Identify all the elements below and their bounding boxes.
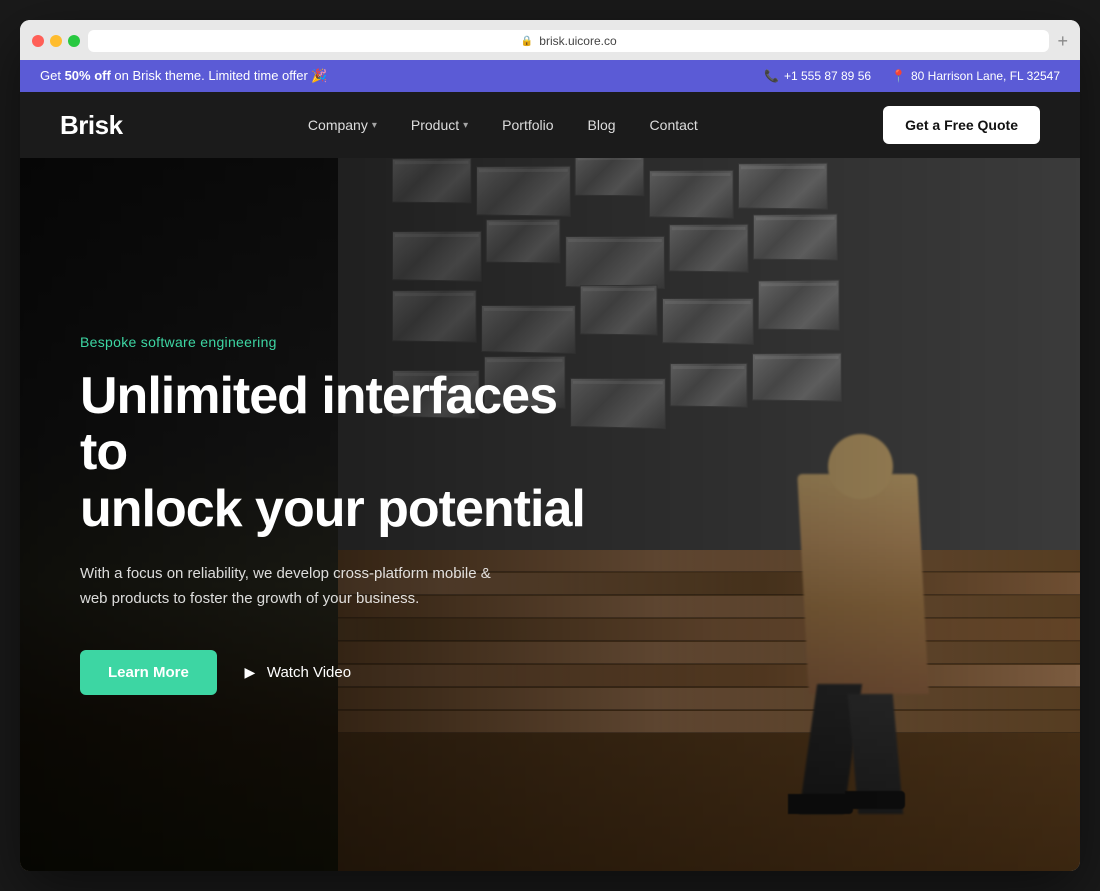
address-bar[interactable]: 🔒 brisk.uicore.co [88, 30, 1049, 52]
navbar: Brisk Company ▾ Product ▾ Portfolio Blog… [20, 92, 1080, 158]
nav-contact-label: Contact [650, 117, 698, 133]
location-icon: 📍 [891, 69, 906, 83]
announcement-bar: Get 50% off on Brisk theme. Limited time… [20, 60, 1080, 92]
promo-rest: on Brisk theme. Limited time offer 🎉 [111, 68, 328, 83]
website: Get 50% off on Brisk theme. Limited time… [20, 60, 1080, 871]
logo[interactable]: Brisk [60, 110, 123, 141]
phone-number: +1 555 87 89 56 [784, 69, 871, 83]
url-text: brisk.uicore.co [539, 34, 616, 48]
hero-eyebrow: Bespoke software engineering [80, 334, 596, 350]
watch-video-button[interactable]: ▶ Watch Video [241, 663, 351, 681]
phone-contact: 📞 +1 555 87 89 56 [764, 69, 871, 83]
nav-portfolio-label: Portfolio [502, 117, 553, 133]
hero-title-line2: unlock your potential [80, 480, 585, 538]
promo-text: Get 50% off on Brisk theme. Limited time… [40, 68, 328, 84]
traffic-lights [32, 35, 80, 47]
hero-actions: Learn More ▶ Watch Video [80, 650, 596, 695]
hero-subtitle: With a focus on reliability, we develop … [80, 561, 510, 612]
hero-title: Unlimited interfaces to unlock your pote… [80, 368, 596, 536]
address-contact: 📍 80 Harrison Lane, FL 32547 [891, 69, 1060, 83]
nav-cta-button[interactable]: Get a Free Quote [883, 106, 1040, 144]
promo-bold: 50% off [65, 68, 111, 83]
minimize-button[interactable] [50, 35, 62, 47]
hero-title-line1: Unlimited interfaces to [80, 367, 557, 481]
nav-product[interactable]: Product ▾ [397, 109, 482, 141]
nav-portfolio[interactable]: Portfolio [488, 109, 567, 141]
close-button[interactable] [32, 35, 44, 47]
phone-icon: 📞 [764, 69, 779, 83]
address-text: 80 Harrison Lane, FL 32547 [911, 69, 1060, 83]
nav-product-label: Product [411, 117, 459, 133]
lock-icon: 🔒 [521, 36, 533, 47]
maximize-button[interactable] [68, 35, 80, 47]
browser-window: 🔒 brisk.uicore.co + Get 50% off on Brisk… [20, 20, 1080, 871]
browser-chrome: 🔒 brisk.uicore.co + [20, 20, 1080, 60]
nav-blog[interactable]: Blog [574, 109, 630, 141]
nav-company[interactable]: Company ▾ [294, 109, 391, 141]
chevron-down-icon: ▾ [463, 120, 468, 131]
new-tab-button[interactable]: + [1057, 31, 1068, 52]
contact-info: 📞 +1 555 87 89 56 📍 80 Harrison Lane, FL… [764, 69, 1060, 83]
hero-content: Bespoke software engineering Unlimited i… [20, 158, 656, 871]
nav-blog-label: Blog [588, 117, 616, 133]
nav-contact[interactable]: Contact [636, 109, 712, 141]
play-icon: ▶ [241, 663, 259, 681]
nav-company-label: Company [308, 117, 368, 133]
learn-more-button[interactable]: Learn More [80, 650, 217, 695]
hero-section: Bespoke software engineering Unlimited i… [20, 158, 1080, 871]
watch-video-label: Watch Video [267, 664, 351, 681]
nav-links: Company ▾ Product ▾ Portfolio Blog Conta… [294, 109, 712, 141]
chevron-down-icon: ▾ [372, 120, 377, 131]
promo-prefix: Get [40, 68, 65, 83]
